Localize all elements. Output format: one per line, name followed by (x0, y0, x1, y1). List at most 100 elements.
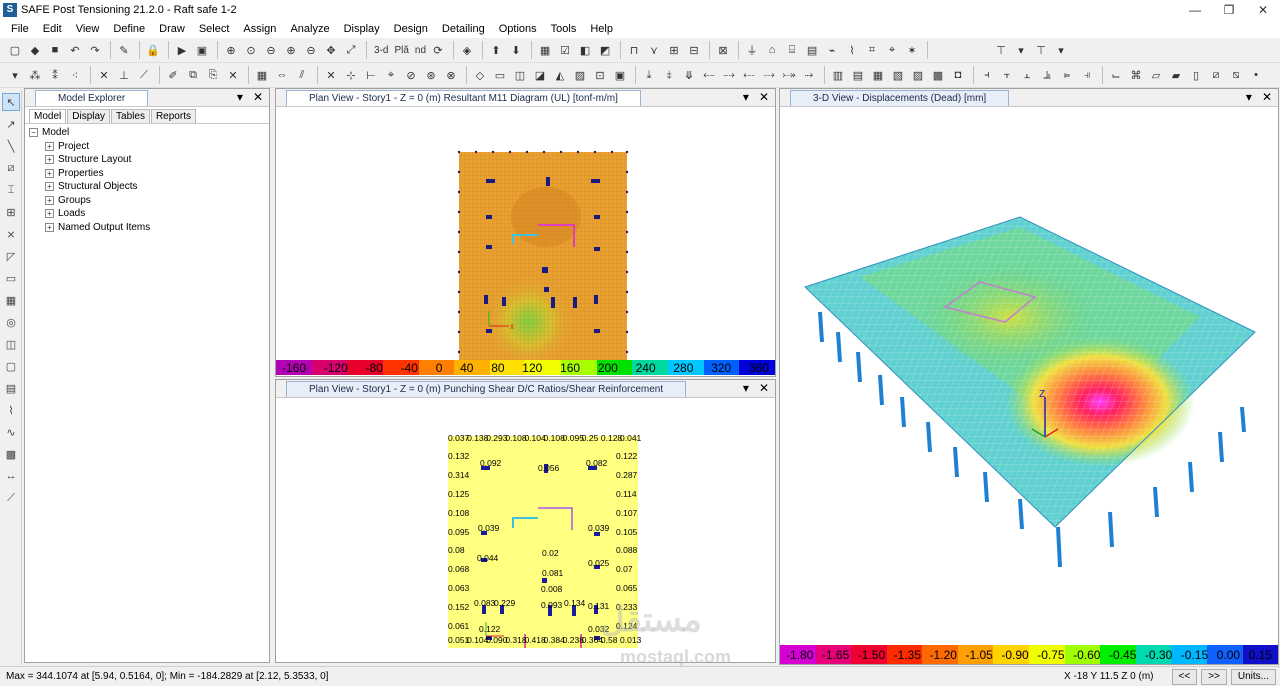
snap-line-icon[interactable]: ⟋ (135, 66, 153, 84)
run-analysis-icon[interactable]: ▶ (173, 41, 191, 59)
rubber-band-icon[interactable]: ⤢ (342, 41, 360, 59)
expand-icon[interactable]: + (45, 155, 54, 165)
draw-line-icon[interactable]: ╲ (2, 137, 20, 155)
close-button[interactable]: ✕ (1246, 0, 1280, 20)
reshape-icon[interactable]: ⌙ (1107, 66, 1125, 84)
tendon-layout-icon[interactable]: ▨ (909, 66, 927, 84)
tree-item-structure-layout[interactable]: + Structure Layout (29, 153, 265, 167)
select-pointer-icon[interactable]: ⊢ (362, 66, 380, 84)
object-shrink-icon[interactable]: ◩ (596, 41, 614, 59)
paste-icon[interactable]: ⎘ (204, 66, 222, 84)
close-icon[interactable]: ✕ (759, 381, 769, 395)
draw-area-icon[interactable]: ▭ (491, 66, 509, 84)
tree-item-groups[interactable]: + Groups (29, 194, 265, 208)
draw-opening-icon[interactable]: ◫ (511, 66, 529, 84)
beam-release-icon[interactable]: ⫡ (1038, 66, 1056, 84)
draw-brace-icon[interactable]: ⨯ (2, 225, 20, 243)
new-file-icon[interactable]: ▢ (6, 41, 24, 59)
detailing-icon[interactable]: ⌗ (863, 41, 881, 59)
draw-opening-icon[interactable]: ◫ (2, 335, 20, 353)
next-button[interactable]: >> (1201, 668, 1227, 685)
3d-displacement-canvas[interactable]: Z (780, 107, 1278, 645)
menu-help[interactable]: Help (583, 20, 620, 38)
strip-layer-icon[interactable]: ▤ (849, 66, 867, 84)
select-previous-icon[interactable]: ⊹ (342, 66, 360, 84)
close-icon[interactable]: ✕ (1262, 90, 1272, 104)
rotate-icon[interactable]: ⟳ (429, 41, 447, 59)
tree-item-properties[interactable]: + Properties (29, 167, 265, 181)
elevation-view-button[interactable]: nd (415, 45, 426, 56)
sparkle-icon[interactable]: ✶ (903, 41, 921, 59)
menu-define[interactable]: Define (106, 20, 152, 38)
menu-options[interactable]: Options (492, 20, 544, 38)
slab-rebar-icon[interactable]: ◘ (949, 66, 967, 84)
draw-drop-panel-icon[interactable]: ▢ (2, 357, 20, 375)
drawing-icon[interactable]: ⌖ (883, 41, 901, 59)
tab-tables[interactable]: Tables (111, 109, 150, 123)
hatch-icon[interactable]: ⧄ (1207, 66, 1225, 84)
minimize-button[interactable]: — (1178, 0, 1212, 20)
assign-temp-icon[interactable]: ⤍ (720, 66, 738, 84)
tree-item-loads[interactable]: + Loads (29, 207, 265, 221)
menu-analyze[interactable]: Analyze (283, 20, 336, 38)
move-up-icon[interactable]: ⬆ (487, 41, 505, 59)
chevron-down-icon[interactable]: ▾ (1246, 90, 1252, 104)
draw-drop-icon[interactable]: ◪ (531, 66, 549, 84)
plan-view-button[interactable]: Plă (394, 45, 408, 56)
lock-icon[interactable]: 🔒 (144, 41, 162, 59)
hatch-alt-icon[interactable]: ⧅ (1227, 66, 1245, 84)
grid-icon[interactable]: ▦ (536, 41, 554, 59)
snap-perpendicular-icon[interactable]: ⊥ (115, 66, 133, 84)
expand-icon[interactable]: + (45, 141, 54, 151)
menu-view[interactable]: View (69, 20, 107, 38)
pan-icon[interactable]: ✥ (322, 41, 340, 59)
draw-wall-icon[interactable]: ▨ (571, 66, 589, 84)
assign-load-icon[interactable]: ⤓ (640, 66, 658, 84)
zoom-window-icon[interactable]: ⊕ (222, 41, 240, 59)
plate-icon[interactable]: ▱ (1147, 66, 1165, 84)
punching-shear-view-title[interactable]: Plan View - Story1 - Z = 0 (m) Punching … (286, 380, 687, 397)
chevron-down-icon[interactable]: ▾ (743, 90, 749, 104)
beam-design-icon[interactable]: ⌸ (783, 41, 801, 59)
draw-point-icon[interactable]: ▣ (611, 66, 629, 84)
expand-icon[interactable]: + (45, 195, 54, 205)
3d-view-title[interactable]: 3-D View - Displacements (Dead) [mm] (790, 89, 1010, 106)
draw-stiff-icon[interactable]: ◭ (551, 66, 569, 84)
delete-icon[interactable]: ✕ (224, 66, 242, 84)
punching-shear-icon[interactable]: ⌂ (763, 41, 781, 59)
draw-quad-icon[interactable]: ▦ (2, 291, 20, 309)
tree-item-project[interactable]: + Project (29, 140, 265, 154)
crack-width-icon[interactable]: ⌇ (843, 41, 861, 59)
draw-column-icon[interactable]: ⊡ (591, 66, 609, 84)
copy-icon[interactable]: ⧉ (184, 66, 202, 84)
zoom-fit-icon[interactable]: ⊙ (242, 41, 260, 59)
layer-icon[interactable]: ▰ (1167, 66, 1185, 84)
draw-column-icon[interactable]: ⌶ (2, 181, 20, 199)
tendon-icon[interactable]: ⌁ (823, 41, 841, 59)
maximize-button[interactable]: ❐ (1212, 0, 1246, 20)
move-down-icon[interactable]: ⬇ (507, 41, 525, 59)
draw-slab-icon[interactable]: ◸ (2, 247, 20, 265)
3d-view-button[interactable]: 3-d (374, 45, 388, 56)
beam-rebar-icon[interactable]: ⫟ (998, 66, 1016, 84)
redo-icon[interactable]: ↷ (86, 41, 104, 59)
menu-assign[interactable]: Assign (236, 20, 283, 38)
clear-select-icon[interactable]: ⊗ (442, 66, 460, 84)
m11-contour-canvas[interactable]: x (276, 107, 775, 361)
reshape-pointer-icon[interactable]: ↗ (2, 115, 20, 133)
draw-slab-icon[interactable]: ◇ (471, 66, 489, 84)
deselect-icon[interactable]: ⊘ (402, 66, 420, 84)
draw-rectangle-icon[interactable]: ▭ (2, 269, 20, 287)
chevron-down-icon[interactable]: ▾ (6, 66, 24, 84)
units-button[interactable]: Units... (1230, 668, 1276, 685)
slab-forces-icon[interactable]: ⊠ (714, 41, 732, 59)
draw-soil-icon[interactable]: ∿ (2, 423, 20, 441)
draw-beam-icon[interactable]: ⧄ (2, 159, 20, 177)
menu-select[interactable]: Select (192, 20, 237, 38)
slab-design-icon[interactable]: ▤ (803, 41, 821, 59)
pencil-icon[interactable]: ✎ (115, 41, 133, 59)
menu-design[interactable]: Design (387, 20, 435, 38)
snap-point-icon[interactable]: ⁂ (26, 66, 44, 84)
select-intersect-icon[interactable]: ⌖ (382, 66, 400, 84)
menu-file[interactable]: File (4, 20, 36, 38)
